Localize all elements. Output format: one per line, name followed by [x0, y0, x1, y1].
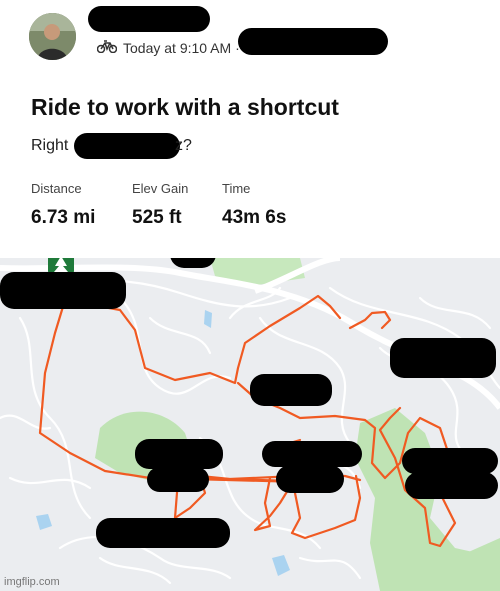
activity-description-end: z? — [175, 137, 192, 154]
redacted-map-label — [0, 272, 126, 309]
stat-label: Elev Gain — [132, 181, 189, 196]
redacted-location — [238, 28, 388, 55]
redacted-map-label — [402, 448, 498, 474]
bike-icon — [96, 40, 118, 56]
redacted-map-label — [96, 518, 230, 548]
redacted-map-label — [405, 472, 498, 499]
stat-distance: Distance 6.73 mi — [31, 181, 95, 229]
redacted-map-label — [262, 441, 362, 467]
redacted-map-label — [390, 338, 496, 378]
stat-label: Time — [222, 181, 251, 196]
stat-elev-gain: Elev Gain 525 ft — [132, 181, 188, 229]
redacted-map-label — [276, 465, 344, 493]
water-body — [272, 555, 290, 576]
redacted-map-label — [250, 374, 332, 406]
stat-value: 43m 6s — [222, 207, 287, 228]
water-body — [204, 310, 212, 328]
stat-label: Distance — [31, 181, 82, 196]
redacted-athlete-name — [88, 6, 210, 32]
stat-value: 6.73 mi — [31, 207, 96, 228]
activity-title[interactable]: Ride to work with a shortcut — [31, 94, 339, 121]
stat-time: Time 43m 6s — [222, 181, 286, 229]
redacted-description — [74, 133, 180, 159]
activity-time: Today at 9:10 AM · — [123, 40, 240, 56]
activity-description-start: Right — [31, 137, 69, 154]
stat-value: 525 ft — [132, 207, 182, 228]
avatar[interactable] — [29, 13, 76, 60]
water-body — [36, 514, 52, 530]
route-map[interactable]: imgflip.com — [0, 258, 500, 591]
redacted-map-label — [135, 439, 223, 469]
activity-header: Today at 9:10 AM · Ride to work with a s… — [0, 0, 500, 258]
activity-meta: Today at 9:10 AM · — [96, 40, 240, 56]
watermark: imgflip.com — [4, 576, 60, 588]
redacted-map-label — [147, 467, 209, 492]
